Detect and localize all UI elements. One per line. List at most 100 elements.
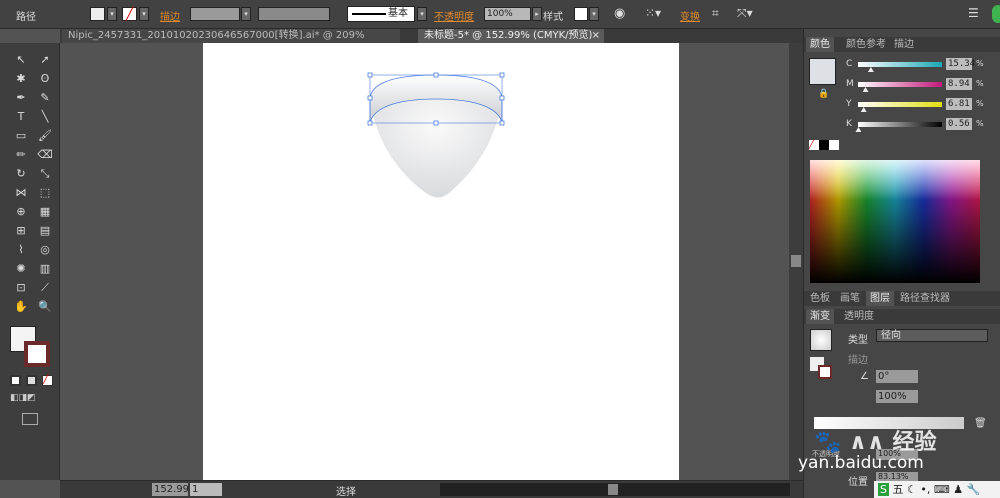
transform-link[interactable]: 变换 xyxy=(680,8,700,23)
perspective-tool-icon[interactable]: ▦ xyxy=(36,203,54,220)
none-swatch[interactable]: ╱ xyxy=(809,140,819,150)
fill-swatch[interactable] xyxy=(90,7,105,21)
tab-stroke[interactable]: 描边 xyxy=(890,37,918,52)
shape-builder-tool-icon[interactable]: ⊕ xyxy=(12,203,30,220)
channel-value-input[interactable]: 15.34 xyxy=(946,58,975,70)
artboard[interactable] xyxy=(203,43,679,480)
channel-value-input[interactable]: 0.56 xyxy=(946,118,972,130)
slider-thumb[interactable] xyxy=(867,67,874,72)
close-icon[interactable]: × xyxy=(592,29,600,43)
angle-input[interactable]: 0° xyxy=(876,370,918,383)
gradient-stroke-swatch[interactable] xyxy=(818,365,832,379)
color-mode-button[interactable] xyxy=(10,375,21,386)
tab-layers[interactable]: 图层 xyxy=(866,291,894,306)
opacity-label[interactable]: 不透明度 xyxy=(434,8,474,23)
zoom-input[interactable]: 152.99 xyxy=(152,483,189,496)
channel-value-input[interactable]: 8.94 xyxy=(946,78,972,90)
selection-tool-icon[interactable]: ↖ xyxy=(12,51,30,68)
opacity-input[interactable]: 100% xyxy=(484,7,531,21)
recolor-icon[interactable]: ◉ xyxy=(614,6,625,21)
channel-slider-m[interactable] xyxy=(858,82,942,87)
opacity-dropdown[interactable]: ▸ xyxy=(532,7,542,21)
gradient-mode-button[interactable] xyxy=(26,375,37,386)
slice-tool-icon[interactable]: ⟋ xyxy=(36,279,54,296)
zoom-tool-icon[interactable]: 🔍 xyxy=(36,298,54,315)
tab-document-2[interactable]: 未标题-5* @ 152.99% (CMYK/预览) × xyxy=(418,29,604,43)
stroke-color-swatch[interactable] xyxy=(24,341,50,367)
direct-selection-tool-icon[interactable]: ➚ xyxy=(36,51,54,68)
white-swatch[interactable] xyxy=(829,140,839,150)
artwork[interactable] xyxy=(203,43,679,480)
align-icon[interactable]: ⁙▾ xyxy=(645,6,661,20)
lasso-tool-icon[interactable]: ʘ xyxy=(36,70,54,87)
type-tool-icon[interactable]: T xyxy=(12,108,30,125)
hand-tool-icon[interactable]: ✋ xyxy=(12,298,30,315)
ime-toolbar[interactable]: S 五 ☾ •, ⌨ ♟ 🔧 xyxy=(874,481,1000,498)
blend-tool-icon[interactable]: ◎ xyxy=(36,241,54,258)
arrange-icon[interactable]: ⤧▾ xyxy=(737,6,753,21)
scroll-thumb[interactable] xyxy=(791,255,801,267)
style-swatch[interactable] xyxy=(574,7,588,21)
vertical-scrollbar[interactable] xyxy=(789,43,803,480)
line-tool-icon[interactable]: ╲ xyxy=(36,108,54,125)
delete-stop-icon[interactable]: 🗑 xyxy=(974,418,987,429)
artboard-input[interactable]: 1 xyxy=(190,483,222,496)
tab-color-guide[interactable]: 颜色参考 xyxy=(842,37,890,52)
tab-transparency[interactable]: 透明度 xyxy=(840,309,878,324)
symbol-sprayer-tool-icon[interactable]: ✺ xyxy=(12,260,30,277)
aspect-ratio-input[interactable]: 100% xyxy=(876,390,918,403)
gradient-type-select[interactable]: 径向 xyxy=(876,329,988,342)
slider-thumb[interactable] xyxy=(860,107,867,112)
column-graph-tool-icon[interactable]: ▥ xyxy=(36,260,54,277)
pen-tool-icon[interactable]: ✒ xyxy=(12,89,30,106)
draw-mode-icons[interactable]: ◧◨◩ xyxy=(10,393,54,403)
spectrum-highlight xyxy=(810,160,980,200)
pencil-tool-icon[interactable]: ✏ xyxy=(12,146,30,163)
panel-menu-icon[interactable]: ☰ xyxy=(968,6,979,20)
stroke-label[interactable]: 描边 xyxy=(160,8,180,23)
current-color-swatch[interactable] xyxy=(809,58,836,85)
scroll-thumb[interactable] xyxy=(608,484,618,495)
free-transform-tool-icon[interactable]: ⬚ xyxy=(36,184,54,201)
variable-width-select[interactable] xyxy=(258,7,330,21)
gradient-preview[interactable] xyxy=(810,329,832,351)
curvature-tool-icon[interactable]: ✎ xyxy=(36,89,54,106)
none-mode-button[interactable]: ╱ xyxy=(42,375,53,386)
paintbrush-tool-icon[interactable]: 🖌 xyxy=(36,127,54,144)
magic-wand-tool-icon[interactable]: ✱ xyxy=(12,70,30,87)
fill-dropdown[interactable]: ▾ xyxy=(107,7,117,21)
channel-slider-k[interactable] xyxy=(858,122,942,127)
stroke-weight-input[interactable] xyxy=(190,7,240,21)
width-tool-icon[interactable]: ⋈ xyxy=(12,184,30,201)
isolate-icon[interactable]: ⌗ xyxy=(712,6,719,21)
channel-slider-y[interactable] xyxy=(858,102,942,107)
screen-mode-icon[interactable] xyxy=(22,413,38,425)
horizontal-scrollbar[interactable] xyxy=(440,483,790,496)
artboard-tool-icon[interactable]: ⊡ xyxy=(12,279,30,296)
stroke-weight-dropdown[interactable]: ▾ xyxy=(241,7,251,21)
mesh-tool-icon[interactable]: ⊞ xyxy=(12,222,30,239)
slider-thumb[interactable] xyxy=(855,127,862,132)
eyedropper-tool-icon[interactable]: ⌇ xyxy=(12,241,30,258)
scale-tool-icon[interactable]: ⤡ xyxy=(36,165,54,182)
tab-gradient[interactable]: 渐变 xyxy=(806,309,834,324)
channel-slider-c[interactable] xyxy=(858,62,942,67)
channel-value-input[interactable]: 6.81 xyxy=(946,98,972,110)
stroke-dropdown[interactable]: ▾ xyxy=(139,7,149,21)
tab-brushes[interactable]: 画笔 xyxy=(836,291,864,306)
tab-pathfinder[interactable]: 路径查找器 xyxy=(896,291,954,306)
stroke-none-swatch[interactable]: ╱ xyxy=(122,7,137,21)
slider-thumb[interactable] xyxy=(862,87,869,92)
style-dropdown[interactable]: ▾ xyxy=(589,7,599,21)
brush-dropdown[interactable]: ▾ xyxy=(417,7,427,21)
eraser-tool-icon[interactable]: ⌫ xyxy=(36,146,54,163)
floating-widget[interactable] xyxy=(992,5,1000,23)
gradient-tool-icon[interactable]: ▤ xyxy=(36,222,54,239)
rectangle-tool-icon[interactable]: ▭ xyxy=(12,127,30,144)
tab-document-1[interactable]: Nipic_2457331_20101020230646567000[转换].a… xyxy=(62,29,400,55)
tab-swatches[interactable]: 色板 xyxy=(806,291,834,306)
rotate-tool-icon[interactable]: ↻ xyxy=(12,165,30,182)
black-swatch[interactable] xyxy=(819,140,829,150)
percent-sign: % xyxy=(976,59,984,68)
tab-color[interactable]: 颜色 xyxy=(806,37,834,52)
